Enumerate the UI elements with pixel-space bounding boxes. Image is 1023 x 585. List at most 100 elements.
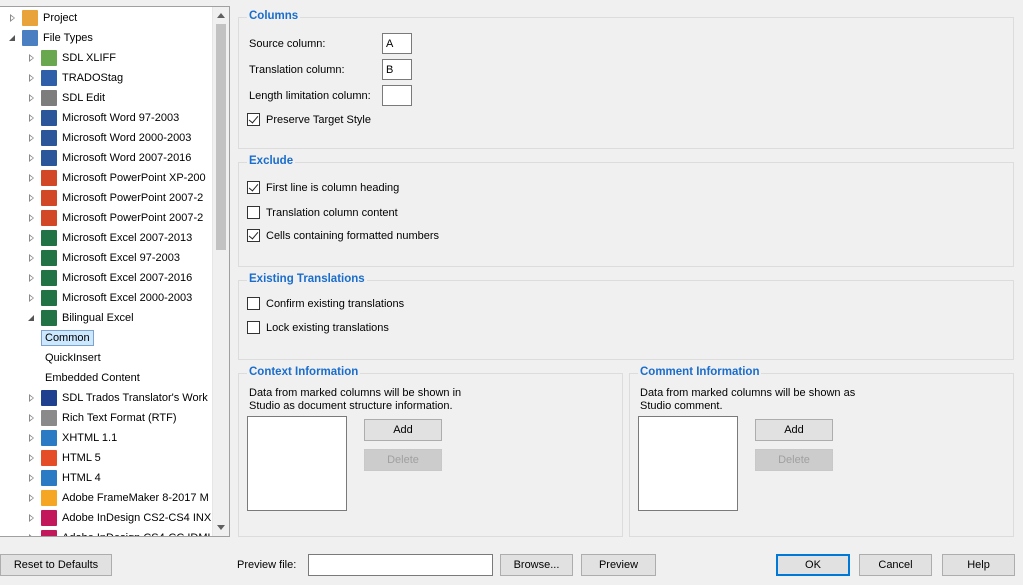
tree-item[interactable]: Microsoft PowerPoint XP-200: [0, 168, 214, 188]
existing-option-lock[interactable]: Lock existing translations: [247, 321, 389, 334]
expand-arrow-icon[interactable]: [27, 73, 37, 83]
reset-to-defaults-button[interactable]: Reset to Defaults: [0, 554, 112, 576]
collapse-arrow-icon[interactable]: [27, 313, 37, 323]
indesign-file-icon: [41, 510, 57, 526]
formatted-numbers-checkbox[interactable]: [247, 229, 260, 242]
exclude-option-formatted-numbers[interactable]: Cells containing formatted numbers: [247, 229, 439, 242]
tree-item[interactable]: QuickInsert: [0, 348, 214, 368]
expand-arrow-icon[interactable]: [27, 253, 37, 263]
expand-arrow-icon[interactable]: [27, 233, 37, 243]
expand-arrow-icon[interactable]: [27, 113, 37, 123]
tree-item[interactable]: Microsoft Word 2007-2016: [0, 148, 214, 168]
scroll-up-arrow-icon[interactable]: [217, 13, 225, 18]
tree-item[interactable]: Bilingual Excel: [0, 308, 214, 328]
expand-arrow-icon[interactable]: [27, 413, 37, 423]
tree-item-label: Microsoft Word 97-2003: [62, 112, 180, 124]
exclude-option-translation-content[interactable]: Translation column content: [247, 206, 398, 219]
context-add-button[interactable]: Add: [364, 419, 442, 441]
context-columns-listbox[interactable]: [247, 416, 347, 511]
expand-arrow-icon[interactable]: [27, 153, 37, 163]
expand-arrow-icon[interactable]: [27, 273, 37, 283]
expand-arrow-icon[interactable]: [27, 53, 37, 63]
expand-arrow-icon[interactable]: [27, 213, 37, 223]
sdlxliff-file-icon: [41, 50, 57, 66]
exclude-option-first-line-heading[interactable]: First line is column heading: [247, 181, 399, 194]
tree-item[interactable]: HTML 4: [0, 468, 214, 488]
comment-add-button[interactable]: Add: [755, 419, 833, 441]
expand-arrow-icon[interactable]: [27, 513, 37, 523]
word-file-icon: [41, 130, 57, 146]
comment-desc-line-2: Studio comment.: [640, 400, 723, 412]
tree-item[interactable]: Microsoft Excel 2000-2003: [0, 288, 214, 308]
tree-item[interactable]: Rich Text Format (RTF): [0, 408, 214, 428]
tree-item[interactable]: Microsoft Excel 2007-2013: [0, 228, 214, 248]
tree-item[interactable]: SDL XLIFF: [0, 48, 214, 68]
context-delete-button[interactable]: Delete: [364, 449, 442, 471]
tree-item[interactable]: File Types: [0, 28, 214, 48]
comment-delete-button[interactable]: Delete: [755, 449, 833, 471]
tree-item-label: XHTML 1.1: [62, 432, 118, 444]
tree-item[interactable]: Adobe InDesign CS4-CC IDML: [0, 528, 214, 536]
context-information-group: Context Information Data from marked col…: [238, 366, 623, 537]
tree-item[interactable]: Embedded Content: [0, 368, 214, 388]
preserve-target-style-checkbox[interactable]: [247, 113, 260, 126]
tree-item[interactable]: TRADOStag: [0, 68, 214, 88]
expand-arrow-icon[interactable]: [27, 393, 37, 403]
expand-arrow-icon[interactable]: [27, 293, 37, 303]
tree-item[interactable]: Microsoft Word 2000-2003: [0, 128, 214, 148]
source-column-input[interactable]: [382, 33, 412, 54]
tree-item[interactable]: Microsoft Word 97-2003: [0, 108, 214, 128]
tree-item[interactable]: SDL Trados Translator's Work: [0, 388, 214, 408]
length-limitation-column-label: Length limitation column:: [249, 90, 371, 102]
expand-arrow-icon[interactable]: [27, 193, 37, 203]
context-desc-line-2: Studio as document structure information…: [249, 400, 453, 412]
tree-item-label: Microsoft PowerPoint 2007-2: [62, 192, 204, 204]
tree-item[interactable]: Microsoft PowerPoint 2007-2: [0, 188, 214, 208]
expand-arrow-icon[interactable]: [27, 473, 37, 483]
preview-button[interactable]: Preview: [581, 554, 656, 576]
expand-arrow-icon[interactable]: [27, 453, 37, 463]
cancel-button[interactable]: Cancel: [859, 554, 932, 576]
help-button[interactable]: Help: [942, 554, 1015, 576]
expand-arrow-icon[interactable]: [8, 13, 18, 23]
preserve-target-style-option[interactable]: Preserve Target Style: [247, 113, 371, 126]
expand-arrow-icon[interactable]: [27, 93, 37, 103]
expand-arrow-icon[interactable]: [27, 433, 37, 443]
expand-arrow-icon[interactable]: [27, 493, 37, 503]
existing-option-confirm[interactable]: Confirm existing translations: [247, 297, 404, 310]
first-line-heading-checkbox[interactable]: [247, 181, 260, 194]
length-limitation-column-input[interactable]: [382, 85, 412, 106]
tree-item-label: TRADOStag: [62, 72, 124, 84]
expand-arrow-icon[interactable]: [27, 173, 37, 183]
tree-item[interactable]: Adobe InDesign CS2-CS4 INX: [0, 508, 214, 528]
tree-item[interactable]: Microsoft PowerPoint 2007-2: [0, 208, 214, 228]
tree-item[interactable]: Project: [0, 8, 214, 28]
tree-item[interactable]: Common: [0, 328, 214, 348]
translation-content-checkbox[interactable]: [247, 206, 260, 219]
preview-file-input[interactable]: [308, 554, 493, 576]
tree-scrollbar[interactable]: [212, 7, 229, 536]
ok-button[interactable]: OK: [776, 554, 850, 576]
existing-translations-group: Existing Translations Confirm existing t…: [238, 273, 1014, 360]
tree-item[interactable]: Adobe FrameMaker 8-2017 M: [0, 488, 214, 508]
tree-item[interactable]: XHTML 1.1: [0, 428, 214, 448]
source-column-label: Source column:: [249, 38, 326, 50]
tree-item-label: Adobe InDesign CS4-CC IDML: [62, 532, 214, 536]
powerpoint-file-icon: [41, 190, 57, 206]
tree-item[interactable]: SDL Edit: [0, 88, 214, 108]
collapse-arrow-icon[interactable]: [8, 33, 18, 43]
confirm-existing-checkbox[interactable]: [247, 297, 260, 310]
tree-item[interactable]: HTML 5: [0, 448, 214, 468]
tree-item[interactable]: Microsoft Excel 2007-2016: [0, 268, 214, 288]
tree-item[interactable]: Microsoft Excel 97-2003: [0, 248, 214, 268]
tree-item-label: Microsoft Word 2000-2003: [62, 132, 192, 144]
browse-button[interactable]: Browse...: [500, 554, 573, 576]
comment-columns-listbox[interactable]: [638, 416, 738, 511]
file-types-tree[interactable]: Project File Types SDL XLIFF TRADOStag SDL E…: [0, 6, 230, 537]
scroll-thumb[interactable]: [216, 24, 226, 250]
lock-existing-checkbox[interactable]: [247, 321, 260, 334]
translation-column-input[interactable]: [382, 59, 412, 80]
scroll-down-arrow-icon[interactable]: [217, 525, 225, 530]
expand-arrow-icon[interactable]: [27, 133, 37, 143]
expand-arrow-icon[interactable]: [27, 533, 37, 536]
